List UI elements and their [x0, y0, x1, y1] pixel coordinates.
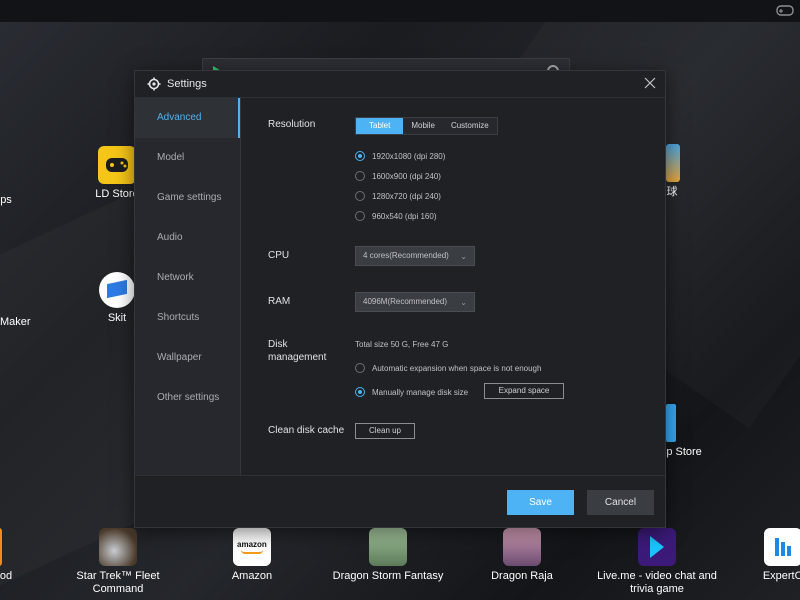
cpu-value: 4 cores(Recommended) — [363, 251, 449, 260]
sidebar-item-wallpaper[interactable]: Wallpaper — [135, 338, 240, 378]
expand-space-button[interactable]: Expand space — [484, 383, 564, 399]
radio-selected[interactable] — [355, 387, 365, 397]
chevron-down-icon: ⌄ — [460, 298, 467, 307]
tab-mobile[interactable]: Mobile — [403, 118, 443, 134]
dragon-raja-icon — [503, 528, 541, 566]
radio[interactable] — [355, 363, 365, 373]
settings-dialog: Settings Advanced Model Game settings Au… — [134, 70, 666, 528]
app-label: Skit — [107, 312, 127, 324]
app-partial-maker[interactable]: k Maker — [0, 316, 32, 329]
ram-value: 4096M(Recommended) — [363, 297, 448, 306]
settings-content: Resolution Tablet Mobile Customize 1920x… — [241, 98, 665, 475]
tab-customize[interactable]: Customize — [443, 118, 497, 134]
disk-option-auto[interactable]: Automatic expansion when space is not en… — [355, 361, 541, 375]
disk-label-line: Disk — [268, 339, 288, 350]
disk-management-label: Disk management — [268, 338, 326, 364]
amazon-icon: amazon — [233, 528, 271, 566]
sidebar-item-advanced[interactable]: Advanced — [135, 98, 240, 138]
sidebar-item-game-settings[interactable]: Game settings — [135, 178, 240, 218]
app-label: ps — [0, 194, 12, 206]
app-store-icon — [666, 404, 676, 442]
disk-option-manual[interactable]: Manually manage disk size — [355, 385, 468, 399]
close-icon[interactable] — [643, 76, 657, 90]
dock-app-dragon-raja[interactable]: Dragon Raja — [490, 528, 554, 583]
dock-app-star-trek[interactable]: Star Trek™ Fleet Command — [72, 528, 164, 596]
dragon-storm-icon — [369, 528, 407, 566]
dock-app-liveme[interactable]: Live.me - video chat and trivia game — [594, 528, 720, 596]
radio[interactable] — [355, 171, 365, 181]
app-skit[interactable]: Skit — [97, 272, 137, 325]
sidebar-item-audio[interactable]: Audio — [135, 218, 240, 258]
dialog-title: Settings — [167, 78, 207, 90]
sidebar-item-network[interactable]: Network — [135, 258, 240, 298]
dock-app-amazon[interactable]: amazon Amazon — [228, 528, 276, 583]
dialog-header: Settings — [135, 71, 665, 98]
app-label: k Maker — [0, 316, 31, 328]
option-label: 1280x720 (dpi 240) — [372, 191, 441, 201]
resolution-option[interactable]: 1600x900 (dpi 240) — [355, 169, 441, 183]
cpu-select[interactable]: 4 cores(Recommended) ⌄ — [355, 246, 475, 266]
sidebar-item-model[interactable]: Model — [135, 138, 240, 178]
save-button[interactable]: Save — [507, 490, 574, 515]
app-icon — [666, 144, 680, 182]
radio-selected[interactable] — [355, 151, 365, 161]
app-label: ExpertO — [762, 570, 800, 582]
star-trek-icon — [99, 528, 137, 566]
resolution-option[interactable]: 960x540 (dpi 160) — [355, 209, 437, 223]
sidebar-item-other-settings[interactable]: Other settings — [135, 378, 240, 418]
option-label: Manually manage disk size — [372, 387, 469, 397]
app-label: Amazon — [231, 570, 273, 582]
ram-label: RAM — [268, 296, 291, 307]
app-label: Dragon Raja — [491, 570, 553, 582]
cancel-button[interactable]: Cancel — [587, 490, 654, 515]
app-label: Dragon Storm Fantasy — [332, 570, 444, 582]
option-label: 1600x900 (dpi 240) — [372, 171, 441, 181]
app-label: Live.me - video chat and trivia game — [597, 570, 717, 595]
gamepad-icon[interactable] — [776, 3, 794, 17]
title-bar — [0, 0, 800, 22]
liveme-icon — [638, 528, 676, 566]
cpu-label: CPU — [268, 250, 290, 261]
radio[interactable] — [355, 211, 365, 221]
radio[interactable] — [355, 191, 365, 201]
ld-store-icon — [98, 146, 136, 184]
skit-icon — [99, 272, 135, 308]
resolution-option[interactable]: 1280x720 (dpi 240) — [355, 189, 441, 203]
disk-size-info: Total size 50 G, Free 47 G — [355, 340, 449, 349]
dock-app-partial-right[interactable]: ExpertO — [760, 528, 800, 583]
ram-select[interactable]: 4096M(Recommended) ⌄ — [355, 292, 475, 312]
chevron-down-icon: ⌄ — [460, 252, 467, 261]
option-label: 1920x1080 (dpi 280) — [372, 151, 446, 161]
app-label: od — [0, 570, 13, 582]
tab-tablet[interactable]: Tablet — [356, 118, 404, 134]
gear-icon — [147, 77, 161, 91]
dock-app-partial-left[interactable]: od — [0, 528, 16, 583]
option-label: 960x540 (dpi 160) — [372, 211, 437, 221]
app-label: Star Trek™ Fleet Command — [76, 570, 160, 595]
sidebar-item-shortcuts[interactable]: Shortcuts — [135, 298, 240, 338]
dock-app-dragon-storm[interactable]: Dragon Storm Fantasy — [328, 528, 448, 583]
disk-label-line: management — [268, 352, 327, 363]
app-icon — [0, 528, 2, 566]
resolution-label: Resolution — [268, 119, 316, 130]
clean-up-button[interactable]: Clean up — [355, 423, 415, 439]
clean-cache-label: Clean disk cache — [268, 425, 345, 436]
dialog-footer: Save Cancel — [135, 475, 665, 527]
option-label: Automatic expansion when space is not en… — [372, 363, 542, 373]
resolution-tabs: Tablet Mobile Customize — [355, 117, 498, 135]
resolution-option[interactable]: 1920x1080 (dpi 280) — [355, 149, 445, 163]
expert-icon — [764, 528, 800, 566]
settings-sidebar: Advanced Model Game settings Audio Netwo… — [135, 98, 241, 475]
app-icon-partial-left[interactable]: ps — [0, 146, 26, 207]
